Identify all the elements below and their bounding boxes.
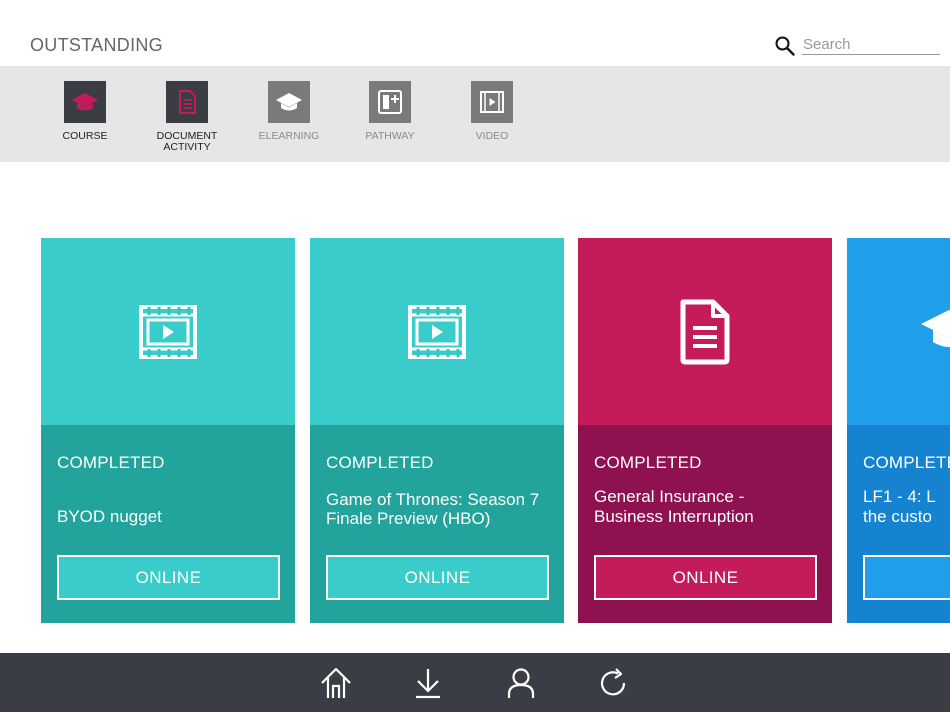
card-body: COMPLETED BYOD nugget ONLINE	[41, 425, 295, 623]
profile-button[interactable]	[503, 665, 539, 701]
card-status: COMPLETED	[863, 453, 950, 472]
filter-pathway[interactable]: PATHWAY	[345, 81, 435, 142]
card-title-line-1: General Insurance -	[594, 487, 745, 506]
card-title-line-1: Game of Thrones: Season 7	[326, 490, 540, 509]
filter-label: PATHWAY	[365, 130, 415, 142]
profile-icon	[507, 668, 535, 698]
content-card[interactable]: COMPLETED BYOD nugget ONLINE	[41, 238, 295, 623]
document-icon	[680, 299, 730, 364]
action-button[interactable]: DO	[863, 555, 950, 600]
card-header	[847, 238, 950, 425]
video-icon	[471, 81, 513, 123]
card-title-line-2: Business Interruption	[594, 507, 754, 526]
card-body: COMPLETED General Insurance - Business I…	[578, 425, 832, 623]
filter-bar: COURSE DOCUMENT ACTIVITY ELEARNING PATHW…	[0, 66, 950, 162]
card-status: COMPLETED	[594, 453, 702, 472]
page-title: OUTSTANDING	[30, 35, 163, 55]
content-card[interactable]: COMPLETED General Insurance - Business I…	[578, 238, 832, 623]
card-header	[310, 238, 564, 425]
card-title: BYOD nugget	[57, 507, 162, 526]
card-body: COMPLETED Game of Thrones: Season 7 Fina…	[310, 425, 564, 623]
graduation-cap-icon	[268, 81, 310, 123]
filter-document-activity[interactable]: DOCUMENT ACTIVITY	[142, 81, 232, 153]
search-bar	[774, 33, 940, 57]
card-title-line-1: LF1 - 4: L	[863, 487, 936, 506]
page: OUTSTANDING COURSE	[0, 0, 950, 712]
download-icon	[416, 669, 440, 699]
card-header	[578, 238, 832, 425]
online-button[interactable]: ONLINE	[594, 555, 817, 600]
home-icon	[321, 667, 351, 698]
filter-elearning[interactable]: ELEARNING	[244, 81, 334, 142]
graduation-cap-icon	[64, 81, 106, 123]
video-icon	[408, 304, 466, 359]
graduation-cap-icon	[921, 310, 950, 347]
header: OUTSTANDING	[0, 0, 950, 66]
search-icon[interactable]	[774, 35, 796, 57]
content-card[interactable]: COMPLETED LF1 - 4: L the custo DO	[847, 238, 950, 623]
card-status: COMPLETED	[326, 453, 434, 472]
refresh-icon	[600, 668, 626, 696]
card-body: COMPLETED LF1 - 4: L the custo DO	[847, 425, 950, 623]
filter-label: ELEARNING	[258, 130, 320, 142]
online-button[interactable]: ONLINE	[57, 555, 280, 600]
filter-video[interactable]: VIDEO	[447, 81, 537, 142]
content-card[interactable]: COMPLETED Game of Thrones: Season 7 Fina…	[310, 238, 564, 623]
video-icon	[139, 304, 197, 359]
filter-label: VIDEO	[475, 130, 509, 142]
card-title-line-2: Finale Preview (HBO)	[326, 509, 491, 528]
search-input[interactable]	[802, 35, 940, 55]
refresh-button[interactable]	[595, 665, 631, 701]
filter-label: DOCUMENT ACTIVITY	[156, 130, 218, 153]
document-icon	[166, 81, 208, 123]
online-button[interactable]: ONLINE	[326, 555, 549, 600]
card-status: COMPLETED	[57, 453, 165, 472]
home-button[interactable]	[318, 665, 354, 701]
pathway-icon	[369, 81, 411, 123]
bottom-nav	[0, 653, 950, 712]
download-button[interactable]	[410, 665, 446, 701]
filter-course[interactable]: COURSE	[40, 81, 130, 142]
card-title-line-2: the custo	[863, 507, 932, 526]
filter-label: COURSE	[62, 130, 108, 142]
card-header	[41, 238, 295, 425]
